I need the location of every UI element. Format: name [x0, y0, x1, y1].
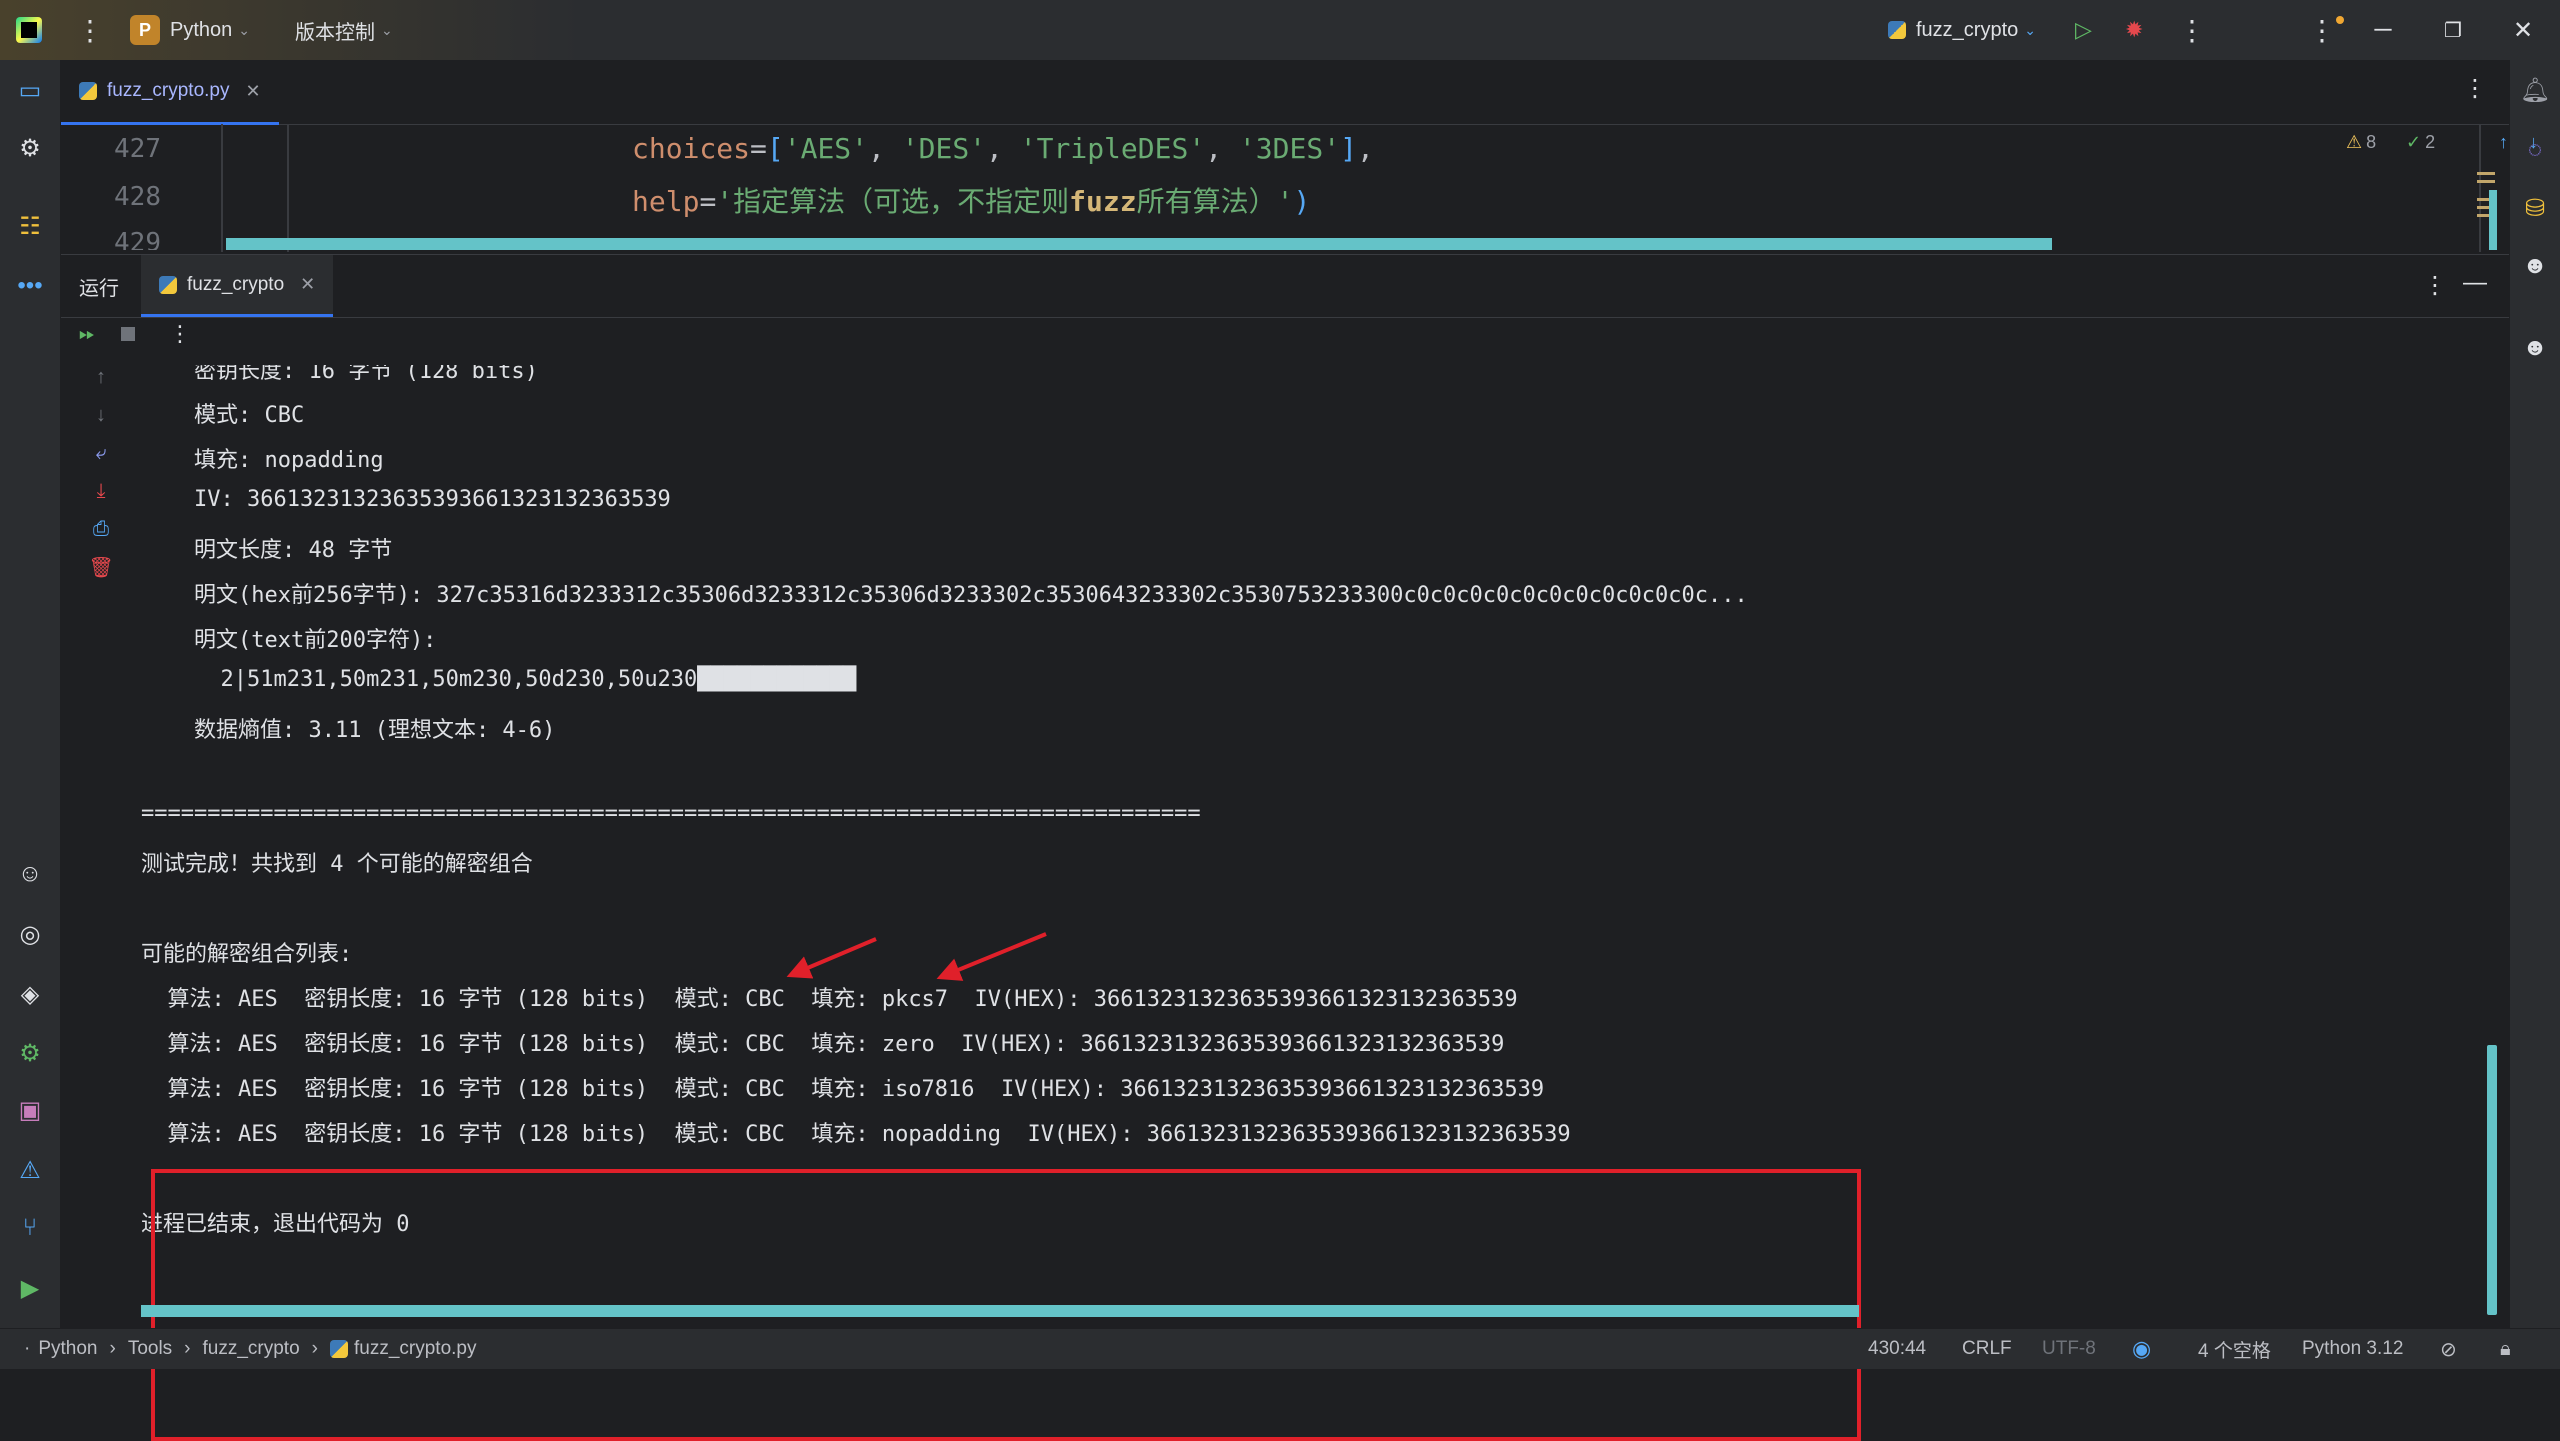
run-icon[interactable]: ▷ [2075, 0, 2092, 60]
restore-icon[interactable]: ❐ [2418, 0, 2488, 60]
close-tab-icon[interactable]: ✕ [246, 81, 261, 102]
line-ending[interactable]: CRLF [1962, 1329, 2012, 1369]
tab-label: fuzz_crypto.py [107, 80, 230, 101]
ide-logo[interactable] [16, 0, 42, 60]
minimize-icon[interactable]: ─ [2348, 0, 2418, 60]
breadcrumb-item[interactable]: Python [38, 1338, 97, 1360]
arrow-pointer [786, 937, 877, 979]
breadcrumb: · Python › Tools › fuzz_crypto › fuzz_cr… [24, 1329, 476, 1369]
indent-setting[interactable]: 4 个空格 [2198, 1329, 2271, 1369]
vcs-label: 版本控制 [295, 21, 375, 44]
project-badge: P [130, 15, 160, 45]
editor-tabs-menu-icon[interactable]: ⋮ [2463, 74, 2487, 103]
line-number: 427 [114, 134, 161, 164]
more-tools-icon[interactable]: ••• [12, 268, 48, 304]
bullet-icon: · [24, 1338, 31, 1359]
title-bar: ⋮ P Python ⌄ 版本控制 ⌄ fuzz_crypto ⌄ ▷ ✹ ⋮ … [0, 0, 2560, 60]
chevron-down-icon: ⌄ [2024, 21, 2036, 38]
line-number: 428 [114, 182, 161, 212]
next-highlight-icon[interactable]: ↓ [2529, 132, 2538, 153]
annotation-arrows [786, 932, 1047, 981]
chevron-down-icon: ⌄ [238, 21, 250, 38]
run-config-selector[interactable]: fuzz_crypto ⌄ [1888, 0, 2036, 60]
chevron-right-icon: › [109, 1338, 116, 1359]
arrow-pointer [936, 932, 1047, 981]
plugins-icon[interactable]: ⚙ [12, 130, 48, 166]
python-file-icon [329, 1340, 348, 1358]
reader-mode-icon[interactable]: ◉ [2132, 1329, 2151, 1369]
breadcrumb-item[interactable]: Tools [128, 1338, 172, 1360]
main-menu-icon[interactable]: ⋮ [76, 0, 104, 60]
chevron-down-icon: ⌄ [381, 21, 393, 38]
indent-guide [221, 124, 223, 252]
warnings-indicator[interactable]: ⚠ 8 [2346, 132, 2376, 153]
breadcrumb-item[interactable]: fuzz_crypto [203, 1338, 300, 1360]
indent-guide [287, 124, 289, 252]
code-line-427[interactable]: choices=['AES', 'DES', 'TripleDES', '3DE… [632, 132, 1374, 165]
python-file-icon [79, 82, 97, 100]
chevron-right-icon: › [311, 1338, 318, 1359]
run-config-name: fuzz_crypto [1916, 18, 2019, 41]
editor-scroll-markers[interactable] [2473, 172, 2497, 252]
python-console-icon[interactable]: ◎ [12, 916, 48, 952]
notifications-icon[interactable]: 🔔︎ [2517, 72, 2553, 108]
project-switcher[interactable]: P Python ⌄ [130, 0, 250, 60]
settings-menu-icon[interactable]: ⋮ [2308, 0, 2344, 60]
console-vertical-scrollbar[interactable] [2487, 1045, 2497, 1315]
structure-icon[interactable]: ☷ [12, 208, 48, 244]
code-line-428[interactable]: help='指定算法（可选，不指定则fuzz所有算法）') [632, 180, 1310, 220]
editor-horizontal-scrollbar[interactable] [226, 238, 2052, 250]
close-window-icon[interactable]: ✕ [2488, 0, 2558, 60]
check-icon: ✓ [2406, 132, 2422, 152]
status-bar: · Python › Tools › fuzz_crypto › fuzz_cr… [0, 1328, 2560, 1369]
layers-icon[interactable]: ◈ [12, 976, 48, 1012]
more-actions-icon[interactable]: ⋮ [2178, 0, 2206, 60]
copilot-chat-icon[interactable]: ☻ [2517, 330, 2553, 366]
right-tool-strip: 🔔︎ ◌ ⛁ ☻ ☻ [2509, 60, 2560, 1328]
warnings-count: 8 [2366, 132, 2377, 152]
vcs-menu[interactable]: 版本控制 ⌄ [295, 0, 393, 60]
git-icon[interactable]: ⑂ [12, 1210, 48, 1246]
services-icon[interactable]: ⚙ [12, 1035, 48, 1071]
project-view-icon[interactable]: ▭ [12, 72, 48, 108]
project-name: Python [170, 18, 233, 41]
breadcrumb-item[interactable]: fuzz_crypto.py [354, 1338, 477, 1360]
previous-highlight-icon[interactable]: ↑ [2499, 132, 2508, 153]
checks-count: 2 [2425, 132, 2436, 152]
line-number: 429 [114, 228, 161, 250]
caret-position[interactable]: 430:44 [1868, 1329, 1926, 1369]
tab-fuzz-crypto-py[interactable]: fuzz_crypto.py ✕ [61, 60, 279, 125]
file-encoding[interactable]: UTF-8 [2042, 1329, 2096, 1369]
run-tool-icon[interactable]: ▶ [12, 1270, 48, 1306]
left-tool-strip: ▭ ⚙ ☷ ••• ☺ ◎ ◈ ⚙ ▣ ⚠ ⑂ ▶ [0, 60, 61, 1328]
run-tool-window: 运行 fuzz_crypto ✕ ⋮ — ⏩︎ ⋮ ↑ ↓ ⤶ ⤓ ⎙ 🗑︎ 密… [61, 254, 2509, 1441]
copilot-icon[interactable]: ☻ [2517, 248, 2553, 284]
checks-indicator[interactable]: ✓ 2 [2406, 132, 2435, 153]
interpreter[interactable]: Python 3.12 [2302, 1329, 2403, 1369]
ai-assistant-icon[interactable]: ☺ [12, 856, 48, 892]
chevron-right-icon: › [184, 1338, 191, 1359]
database-icon[interactable]: ⛁ [2517, 190, 2553, 226]
lock-icon[interactable]: 🔒︎ [2500, 1329, 2511, 1369]
copilot-status-icon[interactable]: ⊘ [2440, 1329, 2457, 1369]
python-icon [1888, 21, 1906, 39]
terminal-icon[interactable]: ▣ [12, 1092, 48, 1128]
editor-tabs: fuzz_crypto.py ✕ ⋮ [61, 60, 2509, 125]
problems-icon[interactable]: ⚠ [12, 1152, 48, 1188]
warning-icon: ⚠ [2346, 132, 2363, 152]
debug-icon[interactable]: ✹ [2125, 0, 2143, 60]
console-horizontal-scrollbar[interactable] [141, 1305, 1859, 1317]
editor: fuzz_crypto.py ✕ ⋮ 427 428 429 choices=[… [61, 60, 2538, 252]
